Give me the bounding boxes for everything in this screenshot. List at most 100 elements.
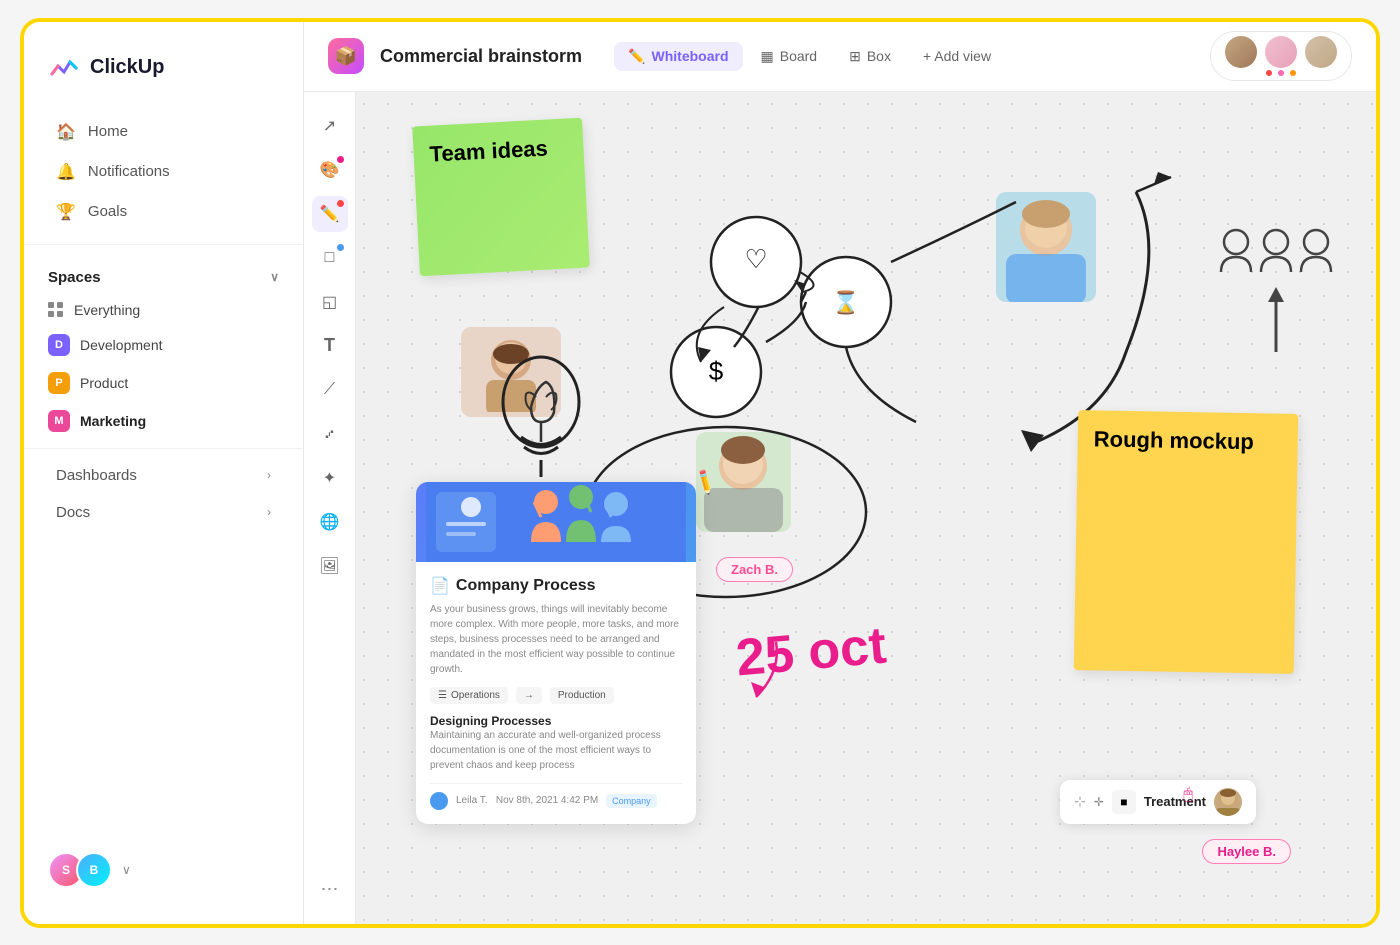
name-tag-zach: Zach B. bbox=[716, 557, 793, 582]
space-marketing[interactable]: M Marketing bbox=[24, 402, 303, 440]
space-development[interactable]: D Development bbox=[24, 326, 303, 364]
tool-sticky[interactable]: ◱ bbox=[312, 284, 348, 320]
tool-ai[interactable]: ✦ bbox=[312, 460, 348, 496]
doc-author-name: Leila T. Nov 8th, 2021 4:42 PM bbox=[456, 795, 598, 806]
nav-home[interactable]: 🏠 Home bbox=[32, 112, 295, 152]
doc-header-illustration bbox=[426, 482, 686, 562]
tool-connect[interactable]: ⑇ bbox=[312, 416, 348, 452]
tab-board[interactable]: ▦ Board bbox=[747, 42, 832, 71]
collab-avatar-2 bbox=[1265, 36, 1297, 68]
mouse-cursor: 🖱 bbox=[1183, 786, 1193, 804]
home-icon: 🏠 bbox=[56, 122, 76, 142]
main-content: 📦 Commercial brainstorm ✏️ Whiteboard ▦ … bbox=[304, 22, 1376, 924]
people-icons-svg bbox=[1216, 212, 1336, 362]
treatment-avatar-img bbox=[1214, 788, 1242, 816]
dashboards-chevron: › bbox=[267, 468, 271, 482]
status-dot-2 bbox=[1278, 70, 1284, 76]
main-nav: 🏠 Home 🔔 Notifications 🏆 Goals bbox=[24, 108, 303, 236]
add-view-button[interactable]: + Add view bbox=[909, 42, 1005, 70]
spaces-header: Spaces ∨ bbox=[24, 253, 303, 294]
collab-avatar-1 bbox=[1225, 36, 1257, 68]
doc-tags: ☰ Operations → Production bbox=[430, 687, 682, 704]
whiteboard-canvas[interactable]: ↗ 🎨 ✏️ □ ◱ T ⟋ ⑇ ✦ 🌐 🖼 bbox=[304, 92, 1376, 924]
tool-select[interactable]: ↗ bbox=[312, 108, 348, 144]
canvas-area: Team ideas bbox=[356, 92, 1376, 924]
doc-description: As your business grows, things will inev… bbox=[430, 602, 682, 677]
doc-tag-ops: ☰ Operations bbox=[430, 687, 508, 704]
doc-card-body: 📄 Company Process As your business grows… bbox=[416, 562, 696, 824]
goals-icon: 🏆 bbox=[56, 202, 76, 222]
svg-text:$: $ bbox=[709, 356, 724, 386]
space-product[interactable]: P Product bbox=[24, 364, 303, 402]
divider-2 bbox=[24, 448, 303, 449]
nav-notifications[interactable]: 🔔 Notifications bbox=[32, 152, 295, 192]
doc-footer: Leila T. Nov 8th, 2021 4:42 PM Company bbox=[430, 783, 682, 810]
treatment-card[interactable]: ⊹ ✛ ■ Treatment bbox=[1060, 780, 1256, 824]
nav-goals-label: Goals bbox=[88, 203, 127, 220]
everything-icon bbox=[48, 302, 64, 318]
tool-more[interactable]: ⋯ bbox=[312, 872, 348, 908]
profile-chevron[interactable]: ∨ bbox=[122, 863, 131, 877]
doc-section-text: Maintaining an accurate and well-organiz… bbox=[430, 728, 682, 773]
dev-badge: D bbox=[48, 334, 70, 356]
tool-globe[interactable]: 🌐 bbox=[312, 504, 348, 540]
space-prod-label: Product bbox=[80, 375, 128, 391]
board-tab-label: Board bbox=[780, 48, 817, 64]
board-tab-icon: ▦ bbox=[761, 48, 774, 65]
notifications-icon: 🔔 bbox=[56, 162, 76, 182]
tool-shape[interactable]: □ bbox=[312, 240, 348, 276]
tool-text[interactable]: T bbox=[312, 328, 348, 364]
space-everything-label: Everything bbox=[74, 302, 140, 318]
drag-handle-icon: ⊹ bbox=[1074, 793, 1086, 810]
space-dev-label: Development bbox=[80, 337, 163, 353]
app-frame: ClickUp 🏠 Home 🔔 Notifications 🏆 Goals S… bbox=[20, 18, 1380, 928]
dashboards-label: Dashboards bbox=[56, 467, 137, 484]
nav-goals[interactable]: 🏆 Goals bbox=[32, 192, 295, 232]
doc-section-title: Designing Processes bbox=[430, 714, 682, 728]
clickup-logo-icon bbox=[48, 52, 80, 84]
tool-eraser[interactable]: ⟋ bbox=[312, 372, 348, 408]
space-everything[interactable]: Everything bbox=[24, 294, 303, 326]
mkt-badge: M bbox=[48, 410, 70, 432]
whiteboard-tab-label: Whiteboard bbox=[652, 48, 729, 64]
sticky-note-team-ideas[interactable]: Team ideas bbox=[412, 117, 590, 276]
docs-label: Docs bbox=[56, 504, 90, 521]
whiteboard-tab-icon: ✏️ bbox=[628, 48, 645, 65]
name-tag-haylee: Haylee B. bbox=[1202, 839, 1291, 864]
project-title: Commercial brainstorm bbox=[380, 46, 582, 67]
shape-dot bbox=[337, 244, 344, 251]
top-header: 📦 Commercial brainstorm ✏️ Whiteboard ▦ … bbox=[304, 22, 1376, 92]
user-profile-area: S B ∨ bbox=[24, 836, 303, 904]
zach-label: Zach B. bbox=[731, 562, 778, 577]
tab-whiteboard[interactable]: ✏️ Whiteboard bbox=[614, 42, 742, 71]
sticky-green-text: Team ideas bbox=[429, 135, 548, 166]
date-arrow-svg bbox=[726, 632, 786, 712]
spaces-chevron[interactable]: ∨ bbox=[270, 270, 279, 284]
collab-avatar-3 bbox=[1305, 36, 1337, 68]
sticky-yellow-text: Rough mockup bbox=[1094, 426, 1255, 454]
treatment-avatar bbox=[1214, 788, 1242, 816]
nav-docs[interactable]: Docs › bbox=[32, 494, 295, 531]
tool-pen[interactable]: ✏️ bbox=[312, 196, 348, 232]
treatment-icon: ■ bbox=[1112, 790, 1136, 814]
pen-dot bbox=[337, 200, 344, 207]
add-view-label: + Add view bbox=[923, 48, 991, 64]
tool-image[interactable]: 🖼 bbox=[312, 548, 348, 584]
doc-tag-prod: Production bbox=[550, 687, 614, 704]
sidebar: ClickUp 🏠 Home 🔔 Notifications 🏆 Goals S… bbox=[24, 22, 304, 924]
nav-notifications-label: Notifications bbox=[88, 163, 170, 180]
doc-card[interactable]: 📄 Company Process As your business grows… bbox=[416, 482, 696, 824]
status-dot-3 bbox=[1290, 70, 1296, 76]
move-icon: ✛ bbox=[1094, 795, 1104, 809]
tab-box[interactable]: ⊞ Box bbox=[835, 42, 905, 71]
divider-1 bbox=[24, 244, 303, 245]
doc-badge: Company bbox=[606, 794, 657, 808]
avatar-b: B bbox=[76, 852, 112, 888]
nav-dashboards[interactable]: Dashboards › bbox=[32, 457, 295, 494]
sticky-note-rough-mockup[interactable]: Rough mockup bbox=[1074, 410, 1299, 674]
tool-color[interactable]: 🎨 bbox=[312, 152, 348, 188]
color-dot bbox=[337, 156, 344, 163]
view-tabs: ✏️ Whiteboard ▦ Board ⊞ Box + Add view bbox=[614, 42, 1005, 71]
user-avatars[interactable]: S B bbox=[48, 852, 112, 888]
doc-author-avatar bbox=[430, 792, 448, 810]
